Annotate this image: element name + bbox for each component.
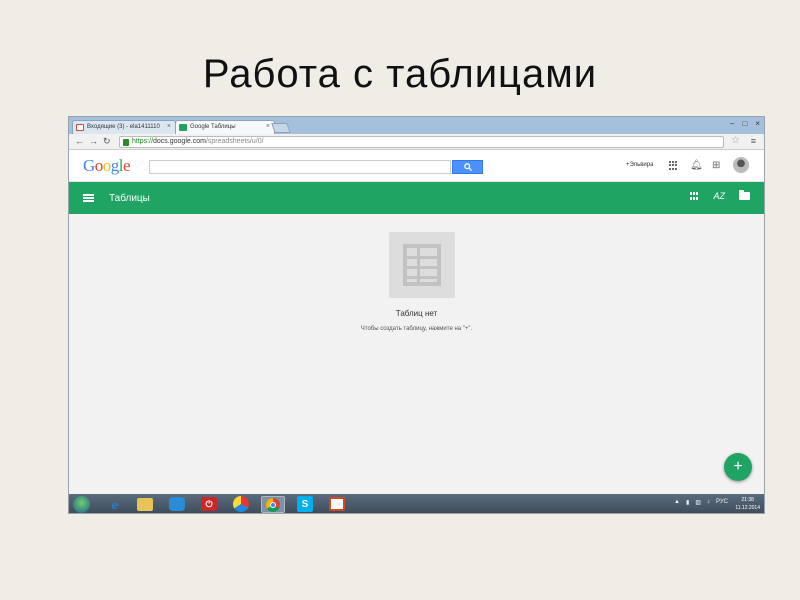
skype-icon[interactable]: S bbox=[297, 496, 313, 512]
tab-label: Google Таблицы bbox=[190, 124, 236, 130]
tab-google-sheets[interactable]: Google Таблицы × bbox=[175, 120, 275, 134]
tray-arrow-icon[interactable]: ▲ bbox=[674, 499, 680, 506]
search-input[interactable] bbox=[149, 160, 451, 174]
window-controls: – □ × bbox=[730, 119, 760, 128]
yandex-browser-icon[interactable] bbox=[233, 496, 249, 512]
folder-icon[interactable] bbox=[739, 190, 750, 200]
browser-screenshot: Входящие (3) - ela1411110 × Google Табли… bbox=[68, 116, 765, 514]
clock-time: 21:38 bbox=[741, 497, 754, 503]
empty-state-hint: Чтобы создать таблицу, нажмите на "+". bbox=[360, 326, 473, 332]
system-tray: ▲ ▮ ▥ ♪ РУС bbox=[674, 499, 728, 506]
windows-taskbar: e ⏻ S ▲ ▮ ▥ ♪ РУС 21:38 11.12.2014 bbox=[69, 494, 764, 513]
empty-state-title: Таблиц нет bbox=[395, 309, 438, 318]
notifications-bell-icon[interactable]: 🔔︎ bbox=[690, 160, 703, 171]
clock[interactable]: 21:38 11.12.2014 bbox=[735, 496, 760, 512]
minimize-button[interactable]: – bbox=[730, 119, 734, 128]
grid-view-icon[interactable] bbox=[690, 192, 699, 200]
create-spreadsheet-button[interactable]: + bbox=[724, 453, 752, 481]
app-icon[interactable] bbox=[169, 497, 185, 511]
avatar[interactable] bbox=[733, 157, 749, 173]
menu-hamburger-icon[interactable] bbox=[83, 194, 94, 202]
lock-icon bbox=[123, 139, 129, 146]
power-icon[interactable]: ⏻ bbox=[201, 497, 217, 511]
tab-bar: Входящие (3) - ela1411110 × Google Табли… bbox=[69, 117, 764, 134]
volume-icon[interactable]: ♪ bbox=[707, 499, 710, 506]
maximize-button[interactable]: □ bbox=[742, 119, 747, 128]
app-title: Таблицы bbox=[109, 193, 150, 204]
bookmark-star-icon[interactable]: ☆ bbox=[731, 135, 740, 146]
share-plus-icon[interactable]: ⊞ bbox=[712, 160, 720, 171]
powerpoint-icon[interactable] bbox=[329, 497, 345, 511]
browser-menu-icon[interactable]: ≡ bbox=[751, 136, 756, 146]
language-indicator[interactable]: РУС bbox=[716, 499, 728, 506]
close-window-button[interactable]: × bbox=[755, 119, 760, 128]
url-scheme: https:// bbox=[132, 138, 154, 145]
explorer-icon[interactable] bbox=[137, 498, 153, 511]
new-tab-button[interactable] bbox=[271, 123, 291, 133]
empty-sheets-icon bbox=[389, 232, 455, 298]
chrome-icon bbox=[266, 497, 280, 512]
forward-arrow-icon[interactable]: → bbox=[89, 136, 98, 146]
main-content: Таблиц нет Чтобы создать таблицу, нажмит… bbox=[69, 214, 764, 494]
clock-date: 11.12.2014 bbox=[735, 505, 760, 511]
google-header: Google +Эльвира 🔔︎ ⊞ bbox=[69, 150, 764, 182]
sheets-icon bbox=[179, 124, 187, 131]
slide-title: Работа с таблицами bbox=[202, 52, 598, 96]
sort-az-icon[interactable]: AZ bbox=[713, 191, 725, 201]
app-bar: Таблицы AZ bbox=[69, 182, 764, 214]
browser-toolbar: ← → ↻ https://docs.google.com/spreadshee… bbox=[69, 134, 764, 150]
back-arrow-icon[interactable]: ← bbox=[75, 136, 84, 146]
address-bar[interactable]: https://docs.google.com/spreadsheets/u/0… bbox=[119, 136, 724, 148]
search-button[interactable] bbox=[452, 160, 483, 174]
start-button[interactable] bbox=[73, 496, 90, 513]
user-link[interactable]: +Эльвира bbox=[626, 162, 653, 168]
tab-gmail[interactable]: Входящие (3) - ela1411110 × bbox=[72, 120, 176, 134]
tab-label: Входящие (3) - ela1411110 bbox=[87, 124, 160, 130]
battery-icon[interactable]: ▮ bbox=[686, 499, 689, 506]
search-icon bbox=[463, 163, 472, 171]
url-path: /spreadsheets/u/0/ bbox=[205, 138, 264, 145]
close-icon[interactable]: × bbox=[266, 123, 270, 130]
ie-icon[interactable]: e bbox=[105, 496, 125, 513]
app-bar-actions: AZ bbox=[690, 190, 750, 201]
reload-icon[interactable]: ↻ bbox=[103, 136, 111, 147]
network-icon[interactable]: ▥ bbox=[695, 499, 701, 506]
close-icon[interactable]: × bbox=[167, 123, 171, 130]
chrome-taskbar-button[interactable] bbox=[261, 496, 285, 513]
url-host: docs.google.com bbox=[153, 138, 206, 145]
google-logo[interactable]: Google bbox=[83, 156, 131, 176]
apps-grid-icon[interactable] bbox=[669, 161, 678, 170]
gmail-icon bbox=[76, 124, 84, 131]
